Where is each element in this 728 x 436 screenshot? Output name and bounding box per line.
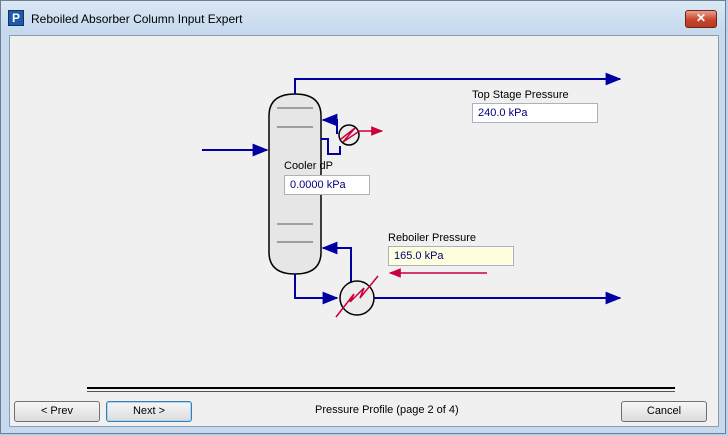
- dialog-window: P Reboiled Absorber Column Input Expert …: [0, 0, 726, 434]
- title-bar: P Reboiled Absorber Column Input Expert …: [1, 1, 725, 35]
- condenser-loop: [321, 113, 338, 134]
- dialog-client-area: Top Stage Pressure 240.0 kPa Cooler dP 0…: [9, 35, 719, 427]
- reboiler-pressure-input[interactable]: 165.0 kPa: [388, 246, 514, 266]
- reboiler-return: [321, 241, 352, 286]
- bottoms-liquid: [294, 274, 339, 305]
- next-button[interactable]: Next >: [106, 401, 192, 422]
- cooler-dp-input[interactable]: 0.0000 kPa: [284, 175, 370, 195]
- footer-divider: [87, 387, 675, 389]
- reboiler-pressure-label: Reboiler Pressure: [388, 232, 477, 244]
- cooler-dp-label: Cooler dP: [284, 160, 333, 172]
- column-diagram: [202, 72, 622, 318]
- condenser-icon: [338, 124, 384, 146]
- top-stage-pressure-label: Top Stage Pressure: [472, 89, 569, 101]
- window-title: Reboiled Absorber Column Input Expert: [31, 12, 243, 26]
- page-status: Pressure Profile (page 2 of 4): [315, 404, 459, 416]
- top-stage-pressure-input[interactable]: 240.0 kPa: [472, 103, 598, 123]
- reboiler-icon: [335, 275, 379, 318]
- prev-button[interactable]: < Prev: [14, 401, 100, 422]
- cancel-button[interactable]: Cancel: [621, 401, 707, 422]
- close-button[interactable]: ✕: [685, 10, 717, 28]
- vapour-stream: [294, 72, 622, 94]
- footer-divider-shadow: [87, 391, 675, 392]
- app-icon: P: [8, 10, 24, 26]
